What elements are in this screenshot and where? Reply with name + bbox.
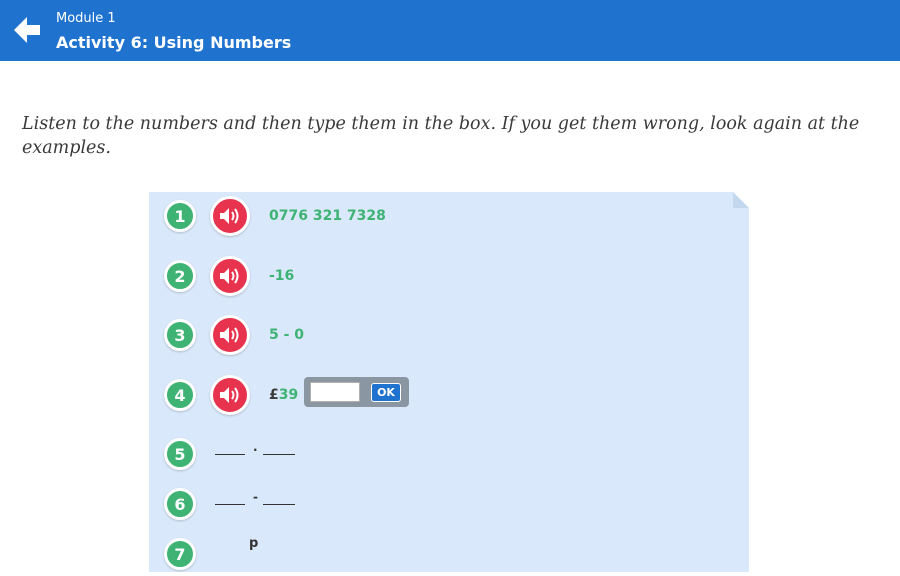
play-audio-button[interactable] <box>210 196 250 236</box>
arrow-left-icon <box>14 17 40 43</box>
activity-item-5: 5 . <box>149 432 749 476</box>
answer-prefix: £39 . <box>269 387 308 403</box>
speaker-icon <box>220 268 239 284</box>
activity-item-1: 1 0776 321 7328 <box>149 194 749 238</box>
answer-input[interactable] <box>310 382 360 402</box>
item-answer: -16 <box>269 268 295 284</box>
currency-symbol: £ <box>269 387 279 403</box>
blank-separator: - <box>253 490 258 504</box>
play-audio-button[interactable] <box>210 256 250 296</box>
play-audio-button[interactable] <box>210 375 250 415</box>
item-answer: 0776 321 7328 <box>269 208 386 224</box>
item-number-badge: 1 <box>164 200 196 232</box>
activity-item-4: 4 £39 . OK <box>149 373 749 417</box>
instructions-text: Listen to the numbers and then type them… <box>22 114 860 158</box>
speaker-icon <box>220 387 239 403</box>
answer-blank <box>215 504 245 505</box>
speaker-icon <box>220 327 239 343</box>
play-audio-button[interactable] <box>210 315 250 355</box>
activity-title: Activity 6: Using Numbers <box>56 33 292 52</box>
item-number-badge: 3 <box>164 319 196 351</box>
item-number-badge: 5 <box>164 438 196 470</box>
item-number-badge: 6 <box>164 488 196 520</box>
answer-blank <box>215 454 245 455</box>
activity-item-7: 7 p <box>149 532 749 576</box>
item-number-badge: 7 <box>164 538 196 570</box>
speaker-icon <box>220 208 239 224</box>
answer-input-group: OK <box>304 377 409 407</box>
answer-blank <box>263 454 295 455</box>
header-bar: Module 1 Activity 6: Using Numbers <box>0 0 900 61</box>
answer-blank <box>263 504 295 505</box>
item-number-badge: 2 <box>164 260 196 292</box>
ok-button[interactable]: OK <box>371 383 401 402</box>
activity-item-6: 6 - <box>149 482 749 526</box>
prefix-value: 39 <box>278 387 299 403</box>
item-answer: 5 - 0 <box>269 327 305 343</box>
module-label: Module 1 <box>56 11 116 26</box>
back-button[interactable] <box>6 10 46 50</box>
activity-item-3: 3 5 - 0 <box>149 313 749 357</box>
activity-card: 1 0776 321 7328 2 -16 3 5 - 0 4 £39 OK 5… <box>149 192 749 572</box>
blank-separator: . <box>253 440 258 454</box>
item-number-badge: 4 <box>164 379 196 411</box>
activity-item-2: 2 -16 <box>149 254 749 298</box>
item-letter: p <box>249 536 259 551</box>
